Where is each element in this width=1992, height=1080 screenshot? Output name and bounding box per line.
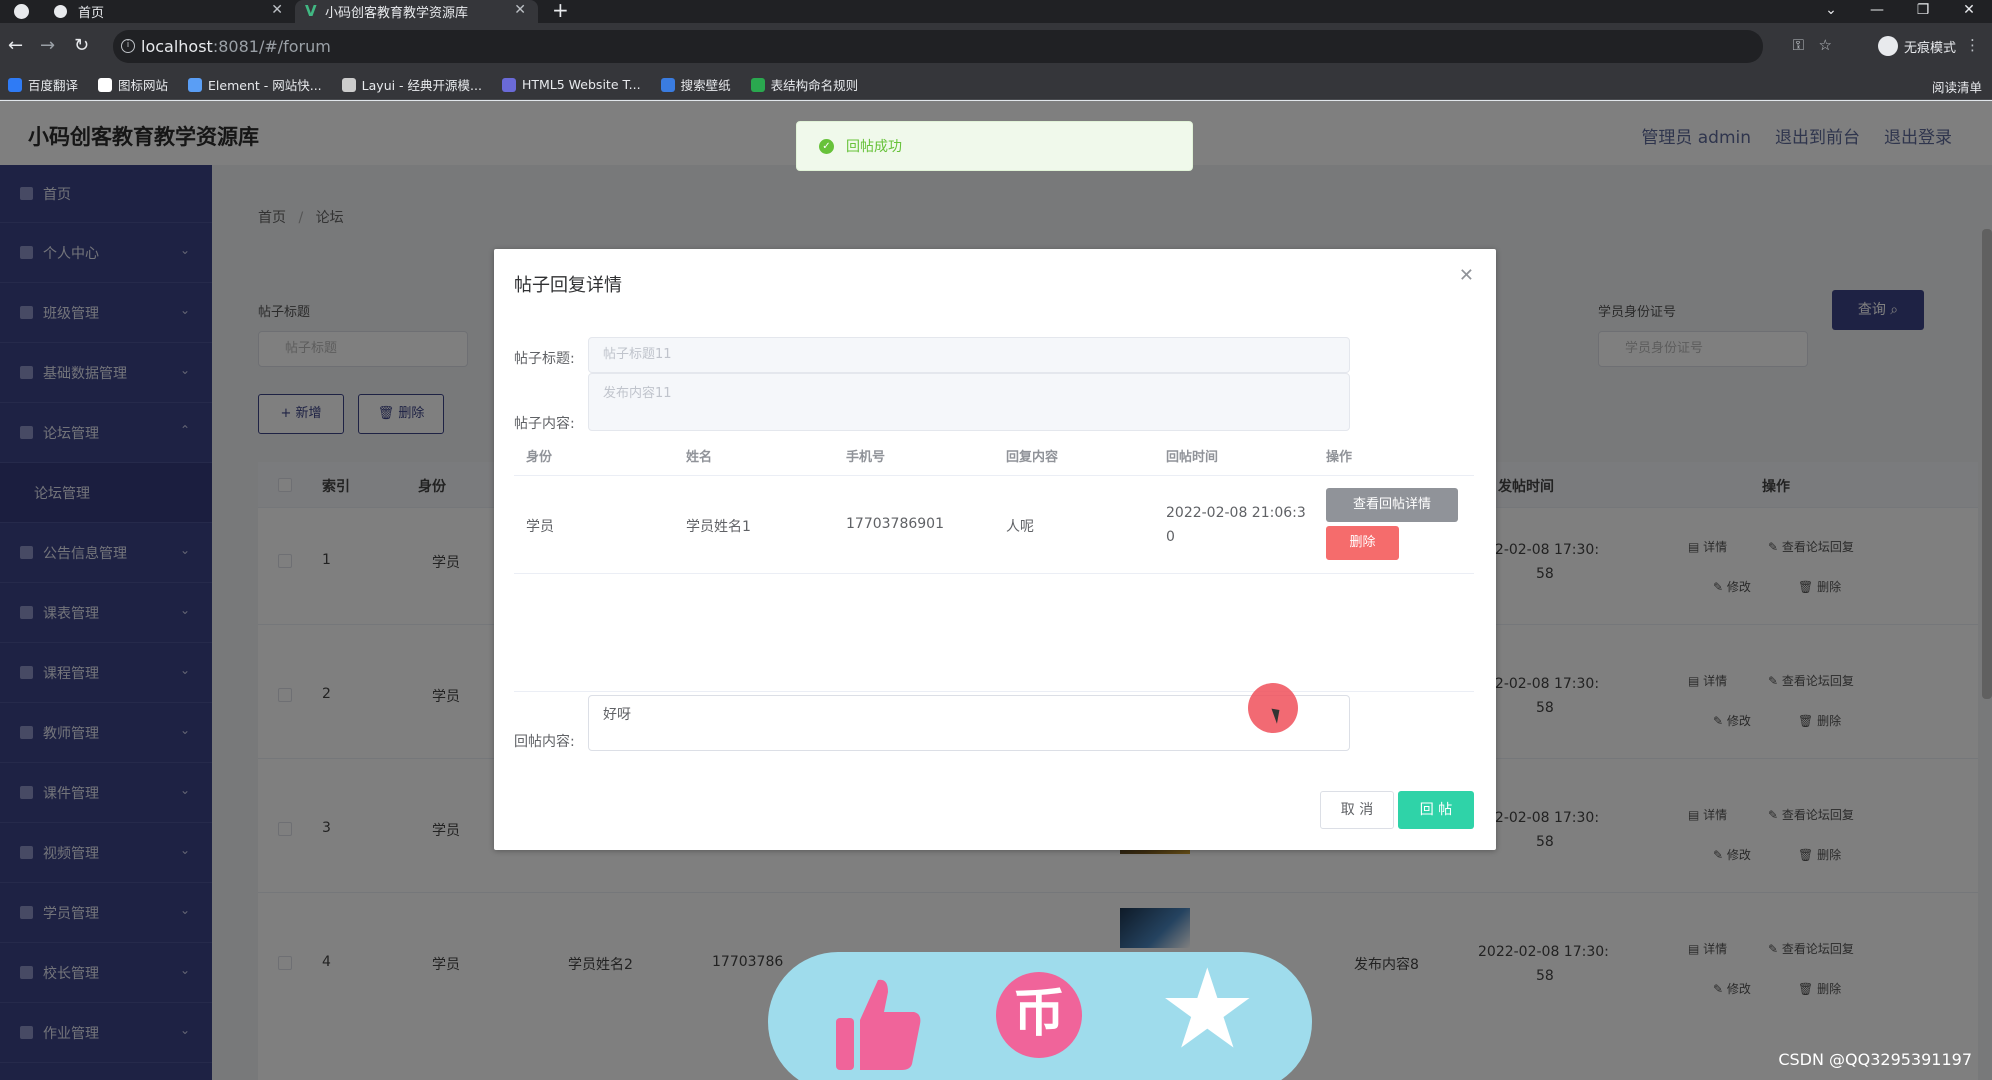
close-window-icon[interactable]: ✕ [1946,0,1992,20]
new-tab-button[interactable]: + [538,0,583,23]
reload-icon[interactable]: ↻ [74,35,89,56]
restore-icon[interactable]: ❐ [1900,0,1946,20]
browser-tab-home[interactable]: 首页 ✕ [0,0,295,23]
bookmark-icon [501,77,516,92]
check-circle-icon: ✓ [819,138,834,154]
browser-globe-icon [14,4,29,19]
tab-close-icon[interactable]: ✕ [271,2,283,18]
watermark: CSDN @QQ3295391197 [1778,1050,1972,1069]
submit-reply-button[interactable]: 回 帖 [1398,791,1474,829]
post-title-label: 帖子标题: [514,351,575,367]
bookmark-label: Layui - 经典开源模... [361,78,482,93]
bookmark-item[interactable]: Element - 网站快... [188,75,322,94]
url-input[interactable]: i localhost:8081/#/forum [113,30,1763,63]
video-reaction-widget: 币 ★ [768,952,1312,1080]
tab-label: 首页 [78,6,105,21]
column-header-actions: 操作 [1326,450,1353,465]
reply-name: 学员姓名1 [686,519,751,535]
back-icon[interactable]: ← [8,35,23,56]
reply-time: 2022-02-08 21:06:3 [1166,505,1306,521]
thumbs-up-icon[interactable] [834,974,922,1074]
bookmark-icon [750,77,765,92]
browser-tab-active[interactable]: V 小码创客教育教学资源库 ✕ [295,0,538,23]
success-toast: ✓ 回帖成功 [796,121,1193,171]
incognito-icon [1877,36,1898,56]
bookmark-label: 搜索壁纸 [680,78,731,93]
bookmark-item[interactable]: 搜索壁纸 [660,75,731,94]
url-host: localhost [141,37,213,56]
reply-textarea[interactable]: 好呀 [588,695,1350,751]
post-content-field[interactable]: 发布内容11 [588,373,1350,431]
close-icon[interactable]: ✕ [1459,265,1474,286]
tab-close-icon[interactable]: ✕ [514,2,526,18]
view-reply-detail-button[interactable]: 查看回帖详情 [1326,488,1458,522]
column-header-reply-time: 回帖时间 [1166,450,1219,465]
reading-list-button[interactable]: 阅读清单 [1932,77,1982,96]
reply-detail-dialog: 帖子回复详情 ✕ 帖子标题: 帖子标题11 帖子内容: 发布内容11 身份 姓名… [494,249,1496,850]
bookmark-item[interactable]: 百度翻译 [8,75,78,94]
star-icon[interactable]: ★ [1158,954,1257,1064]
bookmark-label: 图标网站 [118,78,169,93]
bookmark-label: HTML5 Website T... [521,77,641,92]
vue-logo-icon: V [305,2,317,20]
address-bar-row: ← → ↻ i localhost:8081/#/forum ⚿ ☆ 无痕模式 … [0,23,1992,70]
reply-phone: 17703786901 [846,516,944,532]
post-content-label: 帖子内容: [514,416,575,432]
reply-time-cont: 0 [1166,529,1175,545]
bookmark-label: 表结构命名规则 [770,78,859,93]
column-header-name: 姓名 [686,450,713,465]
bookmark-icon [98,77,113,92]
toast-message: 回帖成功 [846,139,902,155]
url-path: :8081/#/forum [212,37,331,56]
forward-icon[interactable]: → [40,35,55,56]
bookmark-item[interactable]: 表结构命名规则 [750,75,859,94]
profile-button[interactable]: 无痕模式 [1877,36,1956,56]
tab-search-icon[interactable]: ⌄ [1808,0,1854,20]
section-divider [514,691,1474,692]
profile-label: 无痕模式 [1903,40,1956,56]
bookmark-icon [8,77,22,92]
bookmark-icon [188,77,203,92]
browser-tab-bar: 首页 ✕ V 小码创客教育教学资源库 ✕ + ⌄ — ❐ ✕ [0,0,1992,23]
key-icon[interactable]: ⚿ [1793,36,1804,54]
bookmark-icon [660,77,675,92]
reply-identity: 学员 [526,519,554,535]
minimize-icon[interactable]: — [1854,0,1900,20]
row-divider [514,573,1474,574]
bookmark-label: 百度翻译 [28,78,79,93]
column-header-phone: 手机号 [846,450,886,465]
bookmark-icon [341,77,356,92]
post-title-field[interactable]: 帖子标题11 [588,337,1350,373]
cancel-button[interactable]: 取 消 [1320,791,1394,829]
tab-favicon [54,5,67,18]
bookmark-item[interactable]: Layui - 经典开源模... [341,75,482,94]
delete-reply-button[interactable]: 删除 [1326,526,1399,560]
bookmarks-bar: 百度翻译 图标网站 Element - 网站快... Layui - 经典开源模… [0,70,1992,100]
bookmark-item[interactable]: HTML5 Website T... [501,77,641,92]
bookmark-item[interactable]: 图标网站 [98,75,168,94]
coin-icon[interactable]: 币 [996,972,1082,1058]
bookmark-label: Element - 网站快... [208,78,322,93]
tab-label: 小码创客教育教学资源库 [325,6,469,21]
site-info-icon[interactable]: i [121,39,135,53]
column-header-reply-content: 回复内容 [1006,450,1059,465]
table-header-divider [514,475,1474,476]
menu-kebab-icon[interactable]: ⋮ [1965,36,1980,54]
dialog-title: 帖子回复详情 [514,275,622,296]
reply-content: 人呢 [1006,519,1034,535]
column-header-identity: 身份 [526,450,553,465]
window-controls: ⌄ — ❐ ✕ [1808,0,1992,20]
bookmark-star-icon[interactable]: ☆ [1819,36,1832,54]
reply-input-label: 回帖内容: [514,734,575,750]
